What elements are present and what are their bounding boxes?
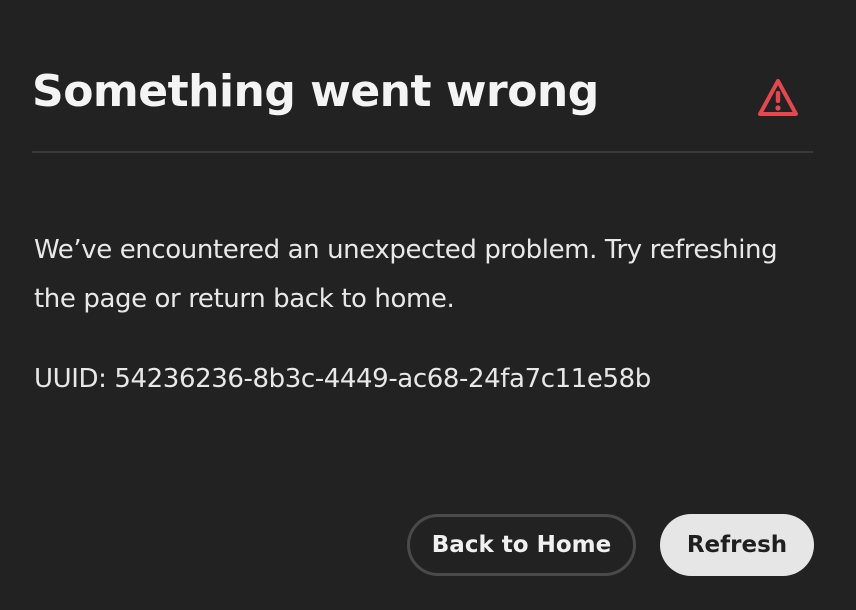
header-divider xyxy=(32,151,813,153)
error-dialog: Something went wrong We’ve encountered a… xyxy=(0,0,856,610)
refresh-button[interactable]: Refresh xyxy=(660,514,814,576)
error-uuid: UUID: 54236236-8b3c-4449-ac68-24fa7c11e5… xyxy=(34,364,651,394)
error-message: We’ve encountered an unexpected problem.… xyxy=(34,235,778,314)
alert-triangle-icon xyxy=(758,79,798,116)
back-to-home-button[interactable]: Back to Home xyxy=(407,514,636,576)
dialog-title: Something went wrong xyxy=(32,66,599,117)
